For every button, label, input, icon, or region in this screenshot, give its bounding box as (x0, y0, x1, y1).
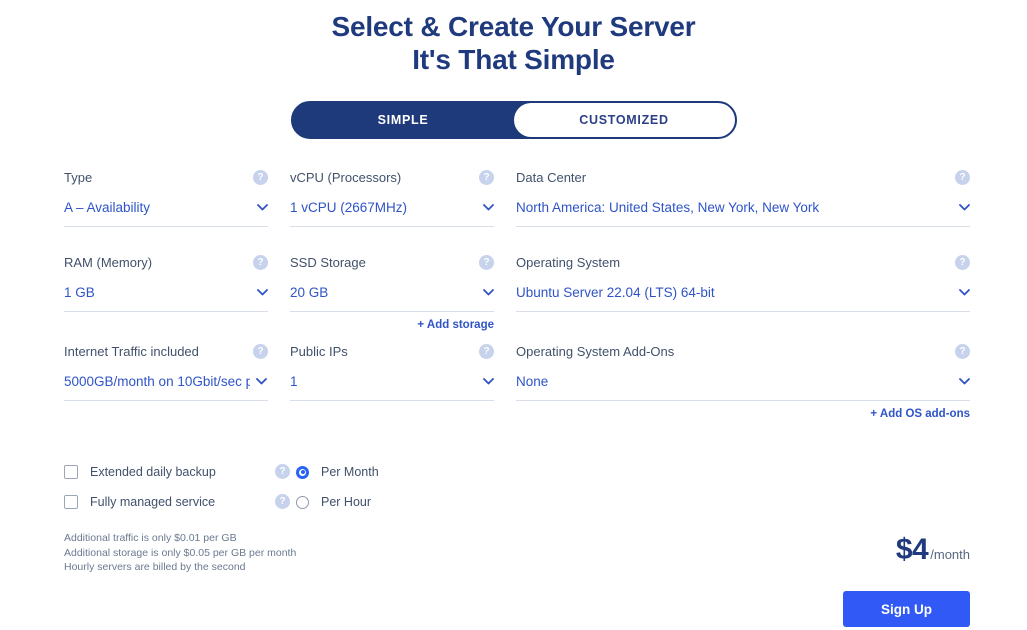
radio-label-per-month: Per Month (321, 465, 379, 479)
field-os-addons: Operating System Add-Ons ? None + Add OS… (516, 344, 970, 421)
billing-period-group: Per Month Per Hour (296, 462, 379, 522)
chevron-down-icon (483, 378, 494, 385)
field-vcpu: vCPU (Processors) ? 1 vCPU (2667MHz) (290, 170, 494, 227)
field-public-ips-label: Public IPs (290, 344, 348, 359)
field-type-select[interactable]: A – Availability (64, 199, 268, 227)
field-ssd-label: SSD Storage (290, 255, 366, 270)
field-os-addons-select[interactable]: None (516, 373, 970, 401)
price-display: $4/month (896, 533, 970, 567)
configuration-form: Type ? A – Availability vCPU (Processors… (64, 170, 970, 421)
add-os-addons-link[interactable]: + Add OS add-ons (516, 407, 970, 421)
help-icon-type[interactable]: ? (253, 170, 268, 185)
price-period: /month (930, 547, 970, 562)
help-icon-ram[interactable]: ? (253, 255, 268, 270)
mode-toggle-wrapper: SIMPLE CUSTOMIZED (0, 101, 1027, 139)
help-icon-public-ips[interactable]: ? (479, 344, 494, 359)
chevron-down-icon (257, 204, 268, 211)
chevron-down-icon (483, 289, 494, 296)
price-amount: $4 (895, 533, 929, 566)
field-ssd-select[interactable]: 20 GB (290, 284, 494, 312)
help-icon-traffic[interactable]: ? (253, 344, 268, 359)
row-spacer-1 (64, 227, 970, 255)
field-vcpu-label: vCPU (Processors) (290, 170, 402, 185)
field-os-select[interactable]: Ubuntu Server 22.04 (LTS) 64-bit (516, 284, 970, 312)
tab-simple[interactable]: SIMPLE (292, 103, 514, 137)
sign-up-button[interactable]: Sign Up (843, 591, 970, 627)
field-type-value: A – Availability (64, 200, 151, 215)
form-row-1: Type ? A – Availability vCPU (Processors… (64, 170, 970, 227)
field-public-ips: Public IPs ? 1 (290, 344, 494, 401)
field-traffic: Internet Traffic included ? 5000GB/month… (64, 344, 268, 401)
field-ssd-value: 20 GB (290, 285, 329, 300)
chevron-down-icon (959, 289, 970, 296)
checkbox-row-fully-managed-service[interactable]: Fully managed service ? (64, 492, 290, 512)
field-os-addons-value: None (516, 374, 549, 389)
checkbox-group: Extended daily backup ? Fully managed se… (64, 462, 290, 522)
mode-toggle[interactable]: SIMPLE CUSTOMIZED (290, 101, 737, 139)
radio-per-hour[interactable] (296, 495, 309, 509)
field-public-ips-select[interactable]: 1 (290, 373, 494, 401)
checkbox-label-fully-managed-service: Fully managed service (90, 495, 216, 509)
chevron-down-icon (959, 378, 970, 385)
field-ram-value: 1 GB (64, 285, 95, 300)
field-vcpu-value: 1 vCPU (2667MHz) (290, 200, 408, 215)
help-icon-os-addons[interactable]: ? (955, 344, 970, 359)
help-icon-fully-managed-service[interactable]: ? (275, 494, 290, 509)
add-storage-link[interactable]: + Add storage (290, 318, 494, 332)
checkbox-label-extended-daily-backup: Extended daily backup (90, 465, 216, 479)
field-traffic-select[interactable]: 5000GB/month on 10Gbit/sec p (64, 373, 268, 401)
form-row-2: RAM (Memory) ? 1 GB SSD Storage ? 20 GB (64, 255, 970, 332)
field-traffic-value: 5000GB/month on 10Gbit/sec p (64, 374, 250, 389)
help-icon-ssd[interactable]: ? (479, 255, 494, 270)
chevron-down-icon (257, 289, 268, 296)
help-icon-extended-daily-backup[interactable]: ? (275, 464, 290, 479)
fine-print-line-2: Additional storage is only $0.05 per GB … (64, 546, 297, 559)
ram-link-spacer (64, 312, 268, 332)
form-row-3: Internet Traffic included ? 5000GB/month… (64, 344, 970, 421)
fine-print-line-3: Hourly servers are billed by the second (64, 561, 246, 573)
os-link-spacer (516, 312, 970, 332)
help-icon-vcpu[interactable]: ? (479, 170, 494, 185)
radio-label-per-hour: Per Hour (321, 495, 372, 509)
field-type: Type ? A – Availability (64, 170, 268, 227)
row-spacer-2 (64, 332, 970, 344)
radio-row-per-hour[interactable]: Per Hour (296, 492, 379, 512)
field-data-center-select[interactable]: North America: United States, New York, … (516, 199, 970, 227)
tab-customized[interactable]: CUSTOMIZED (513, 103, 735, 137)
options-section: Extended daily backup ? Fully managed se… (64, 462, 379, 522)
field-type-label: Type (64, 170, 93, 185)
field-data-center-label: Data Center (516, 170, 587, 185)
help-icon-data-center[interactable]: ? (955, 170, 970, 185)
field-data-center: Data Center ? North America: United Stat… (516, 170, 970, 227)
field-ram-label: RAM (Memory) (64, 255, 153, 270)
checkbox-extended-daily-backup[interactable] (64, 465, 78, 479)
radio-row-per-month[interactable]: Per Month (296, 462, 379, 482)
field-vcpu-select[interactable]: 1 vCPU (2667MHz) (290, 199, 494, 227)
field-os-addons-label: Operating System Add-Ons (516, 344, 675, 359)
field-os: Operating System ? Ubuntu Server 22.04 (… (516, 255, 970, 332)
field-ram: RAM (Memory) ? 1 GB (64, 255, 268, 332)
page-title: Select & Create Your Server It's That Si… (0, 0, 1027, 76)
checkbox-row-extended-daily-backup[interactable]: Extended daily backup ? (64, 462, 290, 482)
field-ram-select[interactable]: 1 GB (64, 284, 268, 312)
page-title-line-1: Select & Create Your Server (331, 11, 696, 42)
page-title-line-2: It's That Simple (412, 44, 615, 75)
radio-per-month[interactable] (296, 465, 309, 479)
help-icon-os[interactable]: ? (955, 255, 970, 270)
chevron-down-icon (256, 378, 267, 385)
chevron-down-icon (483, 204, 494, 211)
field-traffic-label: Internet Traffic included (64, 344, 199, 359)
chevron-down-icon (959, 204, 970, 211)
field-public-ips-value: 1 (290, 374, 298, 389)
checkbox-fully-managed-service[interactable] (64, 495, 78, 509)
fine-print: Additional traffic is only $0.01 per GB … (64, 531, 296, 575)
field-ssd: SSD Storage ? 20 GB + Add storage (290, 255, 494, 332)
field-data-center-value: North America: United States, New York, … (516, 200, 820, 215)
field-os-label: Operating System (516, 255, 621, 270)
fine-print-line-1: Additional traffic is only $0.01 per GB (64, 532, 237, 544)
field-os-value: Ubuntu Server 22.04 (LTS) 64-bit (516, 285, 715, 300)
